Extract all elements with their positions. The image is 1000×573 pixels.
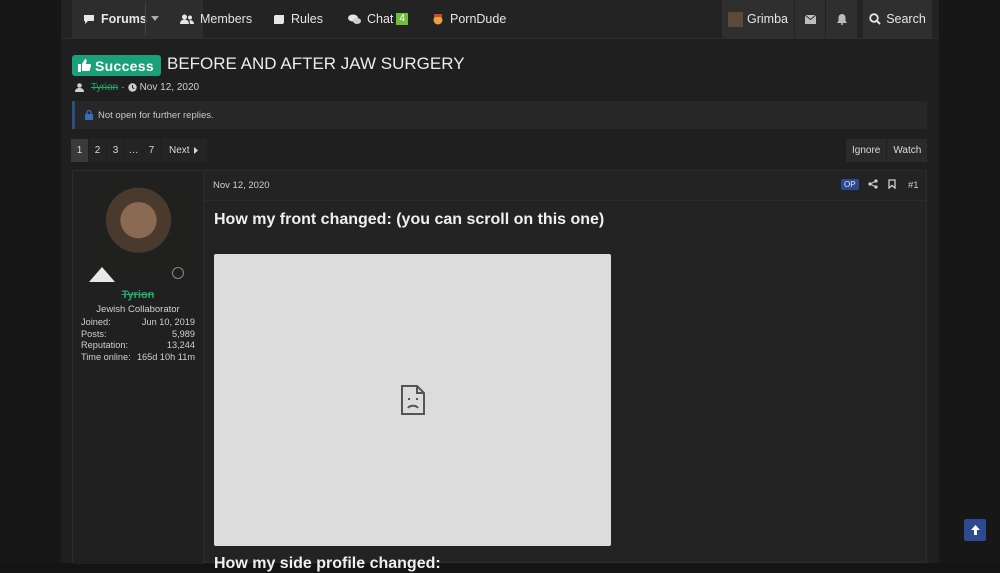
- page-link-2[interactable]: 2: [89, 139, 106, 162]
- next-page-button[interactable]: Next: [161, 139, 207, 162]
- post-number-link[interactable]: #1: [908, 180, 919, 191]
- search-icon: [869, 13, 881, 25]
- post-header: Nov 12, 2020 OP #1: [203, 171, 926, 201]
- thread-meta: Tyrion · Nov 12, 2020: [72, 82, 199, 93]
- stat-value: 165d 10h 11m: [136, 352, 195, 363]
- ignore-button[interactable]: Ignore: [846, 139, 887, 162]
- op-badge: OP: [841, 179, 859, 190]
- forums-divider: [145, 3, 146, 35]
- stat-value: 13,244: [166, 340, 195, 351]
- chat-bubbles-icon: [348, 14, 361, 24]
- stat-label: Time online:: [81, 352, 131, 363]
- post-heading-front: How my front changed: (you can scroll on…: [214, 211, 605, 228]
- bookmark-icon[interactable]: [888, 179, 896, 189]
- stat-label: Joined:: [81, 317, 111, 327]
- arrow-up-icon: [970, 525, 980, 535]
- user-icon: [75, 83, 84, 92]
- nav-chat-label: Chat: [367, 12, 394, 26]
- meta-separator: ·: [121, 82, 125, 93]
- page-link-1[interactable]: 1: [71, 139, 88, 162]
- thread-title: BEFORE AND AFTER JAW SURGERY: [167, 54, 465, 73]
- post-1: Tyrion Jewish Collaborator Joined: Jun 10…: [72, 170, 927, 572]
- nav-chat[interactable]: Chat 4: [348, 0, 408, 38]
- thread-prefix-label: Success: [95, 57, 154, 74]
- account-username: Grimba: [747, 12, 788, 26]
- broken-image-placeholder[interactable]: [214, 254, 611, 546]
- nav-porndude-label: PornDude: [450, 12, 507, 26]
- stat-label: Reputation:: [81, 340, 128, 351]
- nav-rules[interactable]: Rules: [273, 0, 323, 38]
- stat-value: 5,989: [172, 328, 195, 339]
- page-link-7[interactable]: 7: [143, 139, 160, 162]
- top-navigation: Forums Members Rules Chat 4 PornDude Gri…: [61, 0, 939, 39]
- post-author-stats: Joined: Jun 10, 2019 Posts: 5,989 Reputati…: [81, 317, 195, 364]
- avatar-status-icon: [172, 267, 184, 279]
- forums-dropdown-caret-icon[interactable]: [151, 16, 159, 21]
- nav-forums-label: Forums: [101, 12, 147, 26]
- right-gutter: [939, 0, 1000, 563]
- thread-prefix-badge[interactable]: Success: [72, 55, 161, 76]
- nav-members-label: Members: [200, 12, 253, 26]
- thumbs-up-icon: [78, 59, 91, 72]
- bell-icon: [836, 13, 847, 25]
- pagination: 1 2 3 … 7 Next: [71, 139, 208, 162]
- nav-members[interactable]: Members: [180, 0, 252, 38]
- thread-date[interactable]: Nov 12, 2020: [140, 82, 200, 93]
- post-author-avatar[interactable]: [87, 179, 190, 282]
- thread-actions: Ignore Watch: [845, 139, 928, 162]
- broken-image-icon: [400, 385, 425, 415]
- avatar-corner-ribbon: [89, 267, 115, 282]
- chat-count-badge: 4: [396, 13, 408, 25]
- caret-right-icon: [193, 147, 198, 154]
- thread-author-link[interactable]: Tyrion: [91, 82, 118, 93]
- lock-icon: [85, 110, 93, 120]
- stat-label: Posts:: [81, 328, 107, 339]
- stat-row: Posts: 5,989: [81, 329, 195, 341]
- stat-row: Reputation: 13,244: [81, 340, 195, 352]
- page-jump-ellipsis[interactable]: …: [125, 139, 142, 162]
- notice-text: Not open for further replies.: [98, 109, 214, 121]
- post-author-name[interactable]: Tyrion: [73, 289, 203, 301]
- users-icon: [180, 14, 194, 24]
- alerts-button[interactable]: [826, 0, 857, 38]
- nav-rules-label: Rules: [291, 12, 323, 26]
- comments-icon: [84, 14, 94, 24]
- post-user-column: Tyrion Jewish Collaborator Joined: Jun 10…: [73, 171, 204, 564]
- next-label: Next: [169, 145, 190, 156]
- stat-row: Time online: 165d 10h 11m: [81, 352, 195, 364]
- stat-value: Jun 10, 2019: [141, 317, 195, 327]
- account-menu[interactable]: Grimba: [722, 0, 794, 38]
- nav-porndude[interactable]: PornDude: [432, 0, 506, 38]
- account-avatar: [728, 11, 743, 27]
- page-link-3[interactable]: 3: [107, 139, 124, 162]
- search-button[interactable]: Search: [863, 0, 932, 38]
- stat-row: Joined: Jun 10, 2019: [81, 317, 195, 329]
- post-author-title: Jewish Collaborator: [96, 304, 180, 315]
- watch-button[interactable]: Watch: [887, 139, 928, 162]
- share-icon[interactable]: [868, 179, 878, 189]
- scroll-to-top-button[interactable]: [964, 519, 986, 541]
- inbox-button[interactable]: [795, 0, 825, 38]
- thread-locked-notice: Not open for further replies.: [72, 101, 927, 129]
- post-date[interactable]: Nov 12, 2020: [213, 180, 270, 191]
- left-gutter: [0, 0, 61, 563]
- scroll-icon: [273, 14, 284, 24]
- porndude-logo-icon: [433, 14, 443, 25]
- clock-icon: [127, 83, 137, 92]
- search-label: Search: [886, 12, 926, 26]
- post-heading-side: How my side profile changed:: [214, 555, 441, 572]
- envelope-icon: [804, 14, 816, 24]
- page-frame: Forums Members Rules Chat 4 PornDude Gri…: [61, 0, 939, 572]
